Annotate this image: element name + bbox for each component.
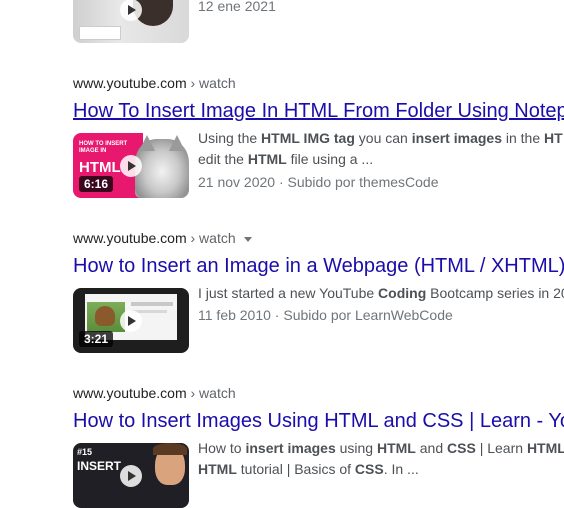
result-cite: www.youtube.com › watch xyxy=(73,74,236,92)
play-icon xyxy=(120,155,142,177)
thumb-text: #15 xyxy=(77,447,93,457)
snippet-text: Bootcamp series in 20 xyxy=(426,285,564,301)
snippet-text: using xyxy=(335,440,377,456)
snippet-text: How to xyxy=(198,440,246,456)
thumb-text: HOW TO INSERT xyxy=(79,141,128,147)
snippet-bold: insert images xyxy=(245,440,336,456)
result-title-link[interactable]: How to Insert an Image in a Webpage (HTM… xyxy=(73,253,564,279)
result-snippet: Using the HTML IMG tag you can insert im… xyxy=(198,128,563,149)
result-snippet: I just started a new YouTube Coding Boot… xyxy=(198,283,564,304)
cite-path: › watch xyxy=(186,230,236,246)
snippet-text: Using the xyxy=(198,130,262,146)
cite-path: › watch xyxy=(186,75,236,91)
result-date: 12 ene 2021 xyxy=(198,0,276,14)
snippet-text: edit the xyxy=(198,151,248,167)
video-thumbnail[interactable]: 3:21 xyxy=(73,288,189,353)
video-thumbnail[interactable] xyxy=(73,0,189,43)
cite-path: › watch xyxy=(186,385,236,401)
snippet-bold: insert images xyxy=(411,130,502,146)
result-cite: www.youtube.com › watch xyxy=(73,229,252,247)
snippet-bold: HTML IMG tag xyxy=(261,130,355,146)
play-icon xyxy=(120,465,142,487)
cite-domain: www.youtube.com xyxy=(73,75,187,91)
thumb-text: IMAGE IN xyxy=(79,148,107,154)
result-cite: www.youtube.com › watch xyxy=(73,384,236,402)
result-date: 11 feb 2010 · Subido por LearnWebCode xyxy=(198,307,453,323)
result-title-link[interactable]: How To Insert Image In HTML From Folder … xyxy=(73,98,564,124)
snippet-bold: HTML xyxy=(376,440,416,456)
snippet-text: | Learn xyxy=(475,440,527,456)
result-title-link[interactable]: How to Insert Images Using HTML and CSS … xyxy=(73,408,564,434)
snippet-text: . In ... xyxy=(383,461,419,477)
result-snippet: edit the HTML file using a ... xyxy=(198,149,373,170)
play-icon xyxy=(120,310,142,332)
snippet-text: in the xyxy=(501,130,545,146)
snippet-bold: HTML xyxy=(526,440,564,456)
snippet-text: tutorial | Basics of xyxy=(236,461,355,477)
snippet-bold: CSS xyxy=(354,461,384,477)
thumb-text: HTML xyxy=(79,159,121,176)
snippet-bold: Coding xyxy=(378,285,427,301)
snippet-text: and xyxy=(415,440,448,456)
chevron-down-icon[interactable] xyxy=(243,236,252,242)
result-date: 21 nov 2020 · Subido por themesCode xyxy=(198,174,439,190)
play-icon xyxy=(120,0,142,21)
thumb-text: INSERT xyxy=(77,459,122,473)
snippet-text: you can xyxy=(354,130,412,146)
video-duration: 6:16 xyxy=(79,176,114,192)
snippet-bold: HTML xyxy=(198,461,237,477)
cite-domain: www.youtube.com xyxy=(73,230,187,246)
cite-domain: www.youtube.com xyxy=(73,385,187,401)
video-thumbnail[interactable]: HOW TO INSERT IMAGE IN HTML 6:16 xyxy=(73,133,189,198)
video-duration: 3:21 xyxy=(79,331,114,347)
snippet-text: file using a ... xyxy=(286,151,374,167)
result-snippet: HTML tutorial | Basics of CSS. In ... xyxy=(198,459,419,480)
snippet-bold: HTML xyxy=(247,151,287,167)
snippet-bold: CSS xyxy=(447,440,476,456)
snippet-text: I just started a new YouTube xyxy=(198,285,379,301)
result-snippet: How to insert images using HTML and CSS … xyxy=(198,438,564,459)
snippet-bold: HT xyxy=(544,130,563,146)
